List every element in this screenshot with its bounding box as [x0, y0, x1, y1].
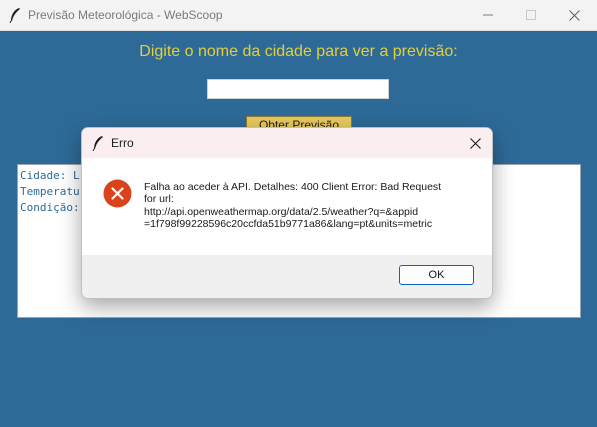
error-message-line: Falha ao aceder à API. Detalhes: 400 Cli…	[144, 181, 442, 193]
city-input[interactable]	[207, 79, 389, 99]
dialog-title: Erro	[111, 136, 134, 150]
close-icon	[568, 9, 580, 21]
close-button[interactable]	[551, 0, 597, 30]
error-dialog: Erro Falha ao aceder à API. Detalhes: 40…	[81, 127, 493, 299]
window-title: Previsão Meteorológica - WebScoop	[28, 8, 223, 22]
window-titlebar: Previsão Meteorológica - WebScoop	[0, 0, 597, 31]
minimize-button[interactable]	[465, 0, 511, 30]
error-message: Falha ao aceder à API. Detalhes: 400 Cli…	[144, 181, 486, 230]
city-prompt: Digite o nome da cidade para ver a previ…	[139, 43, 458, 60]
dialog-close-button[interactable]	[466, 134, 484, 152]
feather-icon	[9, 8, 20, 23]
error-message-line: =1f798f99228596c20ccfda51b9771a86&lang=p…	[144, 217, 433, 230]
ok-button[interactable]: OK	[399, 265, 474, 285]
maximize-button[interactable]	[508, 0, 554, 30]
close-icon	[469, 137, 481, 149]
error-message-line: for url:	[144, 193, 174, 206]
feather-icon	[92, 136, 103, 151]
minimize-icon	[483, 14, 493, 16]
dialog-titlebar: Erro	[82, 128, 492, 158]
maximize-icon	[526, 10, 536, 20]
error-message-line: http://api.openweathermap.org/data/2.5/w…	[144, 205, 419, 218]
dialog-footer: OK	[82, 255, 492, 298]
error-icon	[103, 179, 132, 208]
dialog-body: Falha ao aceder à API. Detalhes: 400 Cli…	[82, 158, 492, 255]
